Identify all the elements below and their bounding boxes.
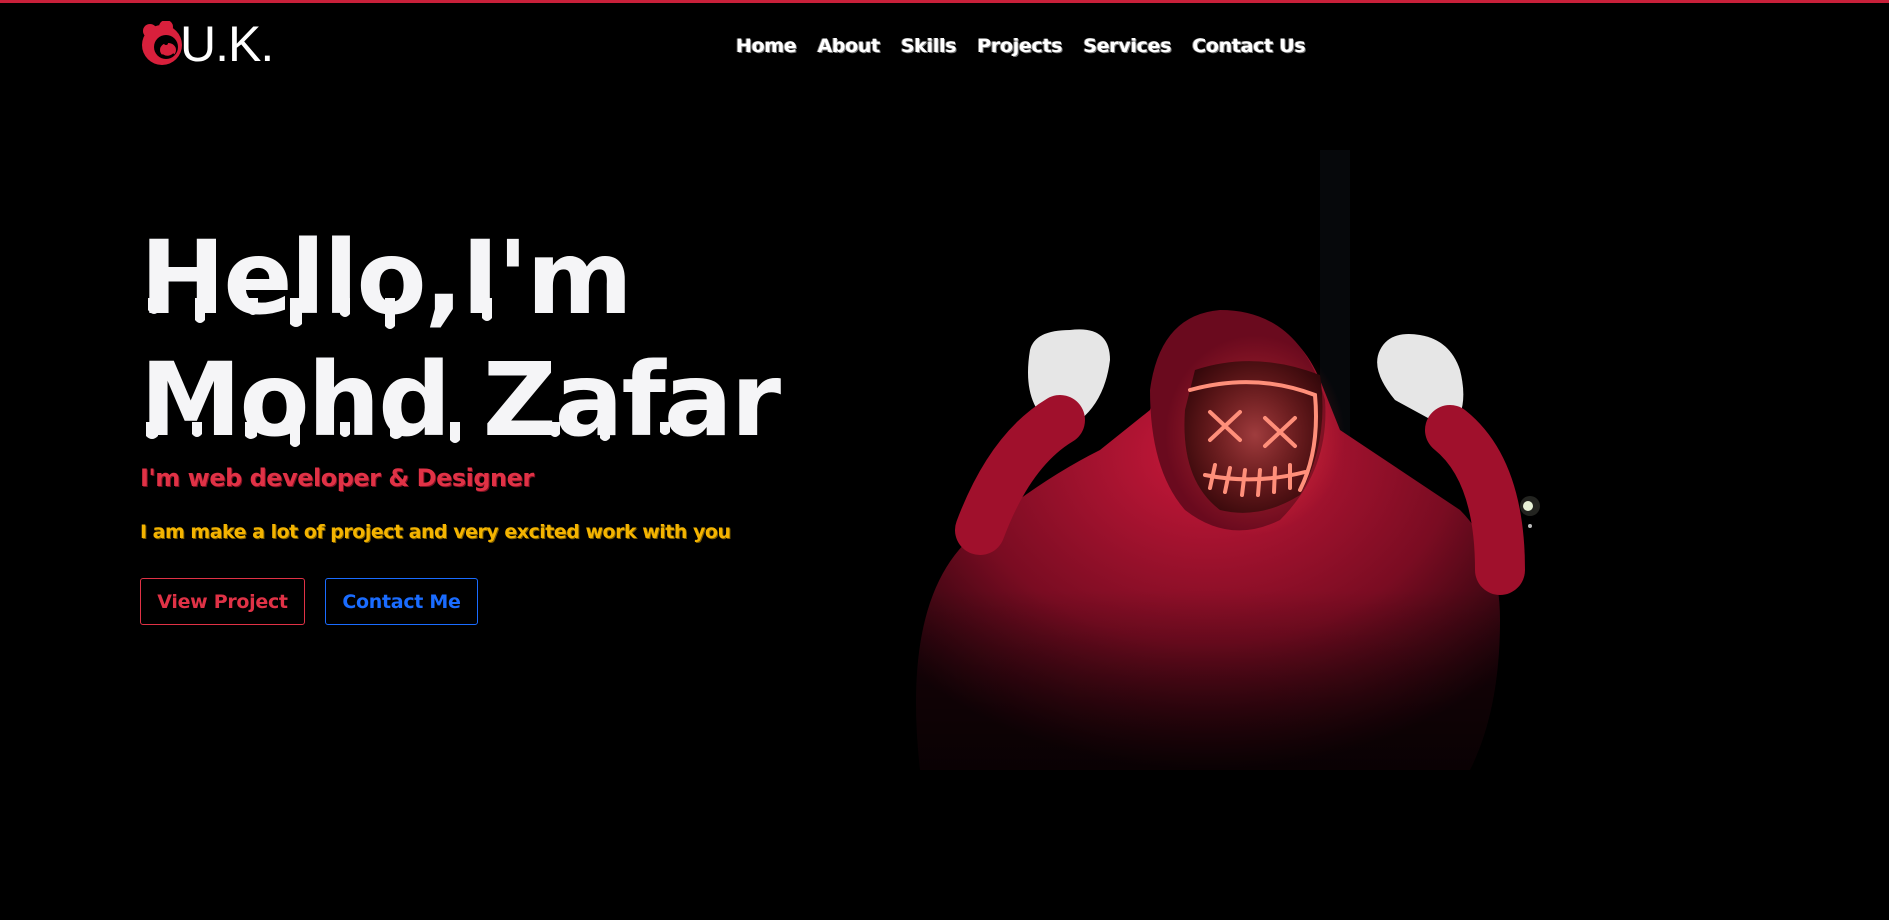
site-logo[interactable]: U.K. (140, 16, 274, 72)
drip-effect-decoration (146, 298, 670, 447)
top-accent-line (0, 0, 1889, 3)
main-nav: Home About Skills Projects Services Cont… (736, 35, 1306, 57)
nav-home[interactable]: Home (736, 35, 797, 57)
nav-contact-us[interactable]: Contact Us (1192, 35, 1305, 57)
nav-about[interactable]: About (817, 35, 880, 57)
hero-tagline: I am make a lot of project and very exci… (140, 521, 731, 543)
mascot-logo-icon (140, 20, 184, 67)
hero-subtitle: I'm web developer & Designer (140, 464, 534, 492)
nav-projects[interactable]: Projects (977, 35, 1062, 57)
view-project-button[interactable]: View Project (140, 578, 305, 625)
hooded-figure-neon-mask-image (860, 150, 1645, 770)
logo-text: U.K. (180, 16, 274, 72)
contact-me-button[interactable]: Contact Me (325, 578, 478, 625)
nav-skills[interactable]: Skills (901, 35, 957, 57)
nav-services[interactable]: Services (1083, 35, 1171, 57)
